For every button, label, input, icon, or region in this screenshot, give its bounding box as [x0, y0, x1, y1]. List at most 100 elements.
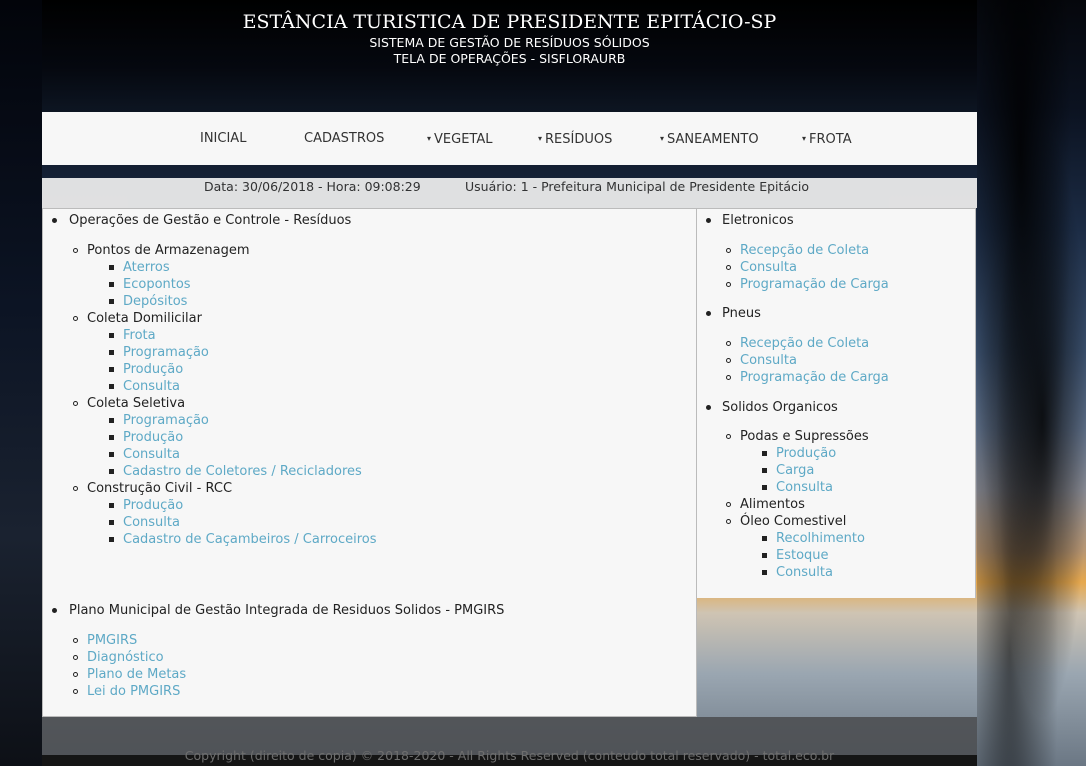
link-consulta[interactable]: Consulta [776, 564, 833, 581]
link-carga[interactable]: Carga [776, 462, 814, 479]
bullet-icon [109, 384, 114, 389]
bullet-icon [73, 655, 78, 660]
bullet-icon [109, 265, 114, 270]
bullet-icon [726, 341, 731, 346]
bullet-icon [762, 570, 767, 575]
group-label: Pontos de Armazenagem [87, 243, 250, 258]
bullet-icon [706, 218, 711, 223]
background-tree-right [977, 0, 1086, 766]
section-title: Solidos Organicos [722, 400, 838, 415]
bullet-icon [726, 248, 731, 253]
link-consulta[interactable]: Consulta [123, 446, 180, 463]
link-consulta[interactable]: Consulta [740, 352, 797, 369]
link-producao[interactable]: Produção [123, 497, 183, 514]
bullet-icon [726, 375, 731, 380]
link-consulta[interactable]: Consulta [776, 479, 833, 496]
link-programacao[interactable]: Programação [123, 412, 209, 429]
caret-down-icon: ▾ [538, 134, 543, 143]
nav-inicial[interactable]: INICIAL [200, 112, 246, 165]
bullet-icon [73, 401, 78, 406]
link-producao[interactable]: Produção [776, 445, 836, 462]
bullet-icon [109, 503, 114, 508]
bullet-icon [109, 520, 114, 525]
link-consulta[interactable]: Consulta [123, 378, 180, 395]
bullet-icon [706, 405, 711, 410]
link-diagnostico[interactable]: Diagnóstico [87, 649, 164, 666]
bullet-icon [762, 468, 767, 473]
section-title: Operações de Gestão e Controle - Resíduo… [69, 213, 352, 228]
bullet-icon [73, 486, 78, 491]
section-title: Plano Municipal de Gestão Integrada de R… [69, 603, 505, 618]
bullet-icon [762, 451, 767, 456]
bullet-icon [109, 537, 114, 542]
link-consulta[interactable]: Consulta [123, 514, 180, 531]
bullet-icon [73, 638, 78, 643]
site-title: ESTÂNCIA TURISTICA DE PRESIDENTE EPITÁCI… [242, 11, 777, 33]
operations-panel: Operações de Gestão e Controle - Resíduo… [42, 208, 697, 598]
status-bar: Data: 30/06/2018 - Hora: 09:08:29 Usuári… [42, 178, 977, 208]
nav-saneamento[interactable]: ▾ SANEAMENTO [660, 112, 759, 165]
datetime-text: Data: 30/06/2018 - Hora: 09:08:29 [204, 179, 421, 194]
bullet-icon [52, 218, 57, 223]
caret-down-icon: ▾ [660, 134, 665, 143]
bullet-icon [73, 689, 78, 694]
bullet-icon [52, 608, 57, 613]
group-label: Podas e Supressões [740, 429, 869, 444]
link-frota[interactable]: Frota [123, 327, 156, 344]
site-header: ESTÂNCIA TURISTICA DE PRESIDENTE EPITÁCI… [42, 0, 977, 112]
bullet-icon [109, 333, 114, 338]
group-label: Coleta Seletiva [87, 396, 186, 411]
link-recepcao-coleta[interactable]: Recepção de Coleta [740, 335, 869, 352]
bullet-icon [726, 434, 731, 439]
link-programacao[interactable]: Programação [123, 344, 209, 361]
caret-down-icon: ▾ [427, 134, 432, 143]
bullet-icon [109, 367, 114, 372]
bullet-icon [109, 469, 114, 474]
bullet-icon [73, 248, 78, 253]
bullet-icon [726, 282, 731, 287]
link-lei-pmgirs[interactable]: Lei do PMGIRS [87, 683, 180, 700]
link-producao[interactable]: Produção [123, 361, 183, 378]
bullet-icon [762, 485, 767, 490]
group-label: Alimentos [740, 497, 805, 512]
link-cadastro-coletores[interactable]: Cadastro de Coletores / Recicladores [123, 463, 362, 480]
group-label: Óleo Comestivel [740, 514, 847, 529]
pmgirs-panel: Plano Municipal de Gestão Integrada de R… [42, 598, 697, 717]
link-aterros[interactable]: Aterros [123, 259, 170, 276]
categories-panel: Eletronicos Recepção de Coleta Consulta … [697, 208, 976, 598]
group-label: Construção Civil - RCC [87, 481, 233, 496]
section-title: Eletronicos [722, 213, 794, 228]
link-recolhimento[interactable]: Recolhimento [776, 530, 865, 547]
link-recepcao-coleta[interactable]: Recepção de Coleta [740, 242, 869, 259]
bullet-icon [706, 311, 711, 316]
nav-residuos[interactable]: ▾ RESÍDUOS [538, 112, 612, 165]
bullet-icon [109, 418, 114, 423]
bullet-icon [109, 299, 114, 304]
nav-vegetal[interactable]: ▾ VEGETAL [427, 112, 492, 165]
link-producao[interactable]: Produção [123, 429, 183, 446]
link-plano-metas[interactable]: Plano de Metas [87, 666, 186, 683]
background-tree-left [0, 0, 42, 766]
link-programacao-carga[interactable]: Programação de Carga [740, 369, 889, 386]
bullet-icon [109, 435, 114, 440]
section-title: Pneus [722, 306, 761, 321]
nav-frota[interactable]: ▾ FROTA [802, 112, 852, 165]
nav-cadastros[interactable]: CADASTROS [304, 112, 384, 165]
link-pmgirs[interactable]: PMGIRS [87, 632, 137, 649]
bullet-icon [726, 265, 731, 270]
screen-name: TELA DE OPERAÇÕES - SISFLORAURB [393, 51, 626, 66]
bullet-icon [726, 519, 731, 524]
link-depositos[interactable]: Depósitos [123, 293, 187, 310]
link-cadastro-cacambeiros[interactable]: Cadastro de Caçambeiros / Carroceiros [123, 531, 377, 548]
bullet-icon [73, 316, 78, 321]
link-estoque[interactable]: Estoque [776, 547, 829, 564]
link-consulta[interactable]: Consulta [740, 259, 797, 276]
link-ecopontos[interactable]: Ecopontos [123, 276, 191, 293]
bullet-icon [73, 672, 78, 677]
link-programacao-carga[interactable]: Programação de Carga [740, 276, 889, 293]
system-name: SISTEMA DE GESTÃO DE RESÍDUOS SÓLIDOS [369, 35, 650, 50]
bullet-icon [762, 536, 767, 541]
caret-down-icon: ▾ [802, 134, 807, 143]
bullet-icon [726, 502, 731, 507]
user-text: Usuário: 1 - Prefeitura Municipal de Pre… [465, 179, 810, 194]
